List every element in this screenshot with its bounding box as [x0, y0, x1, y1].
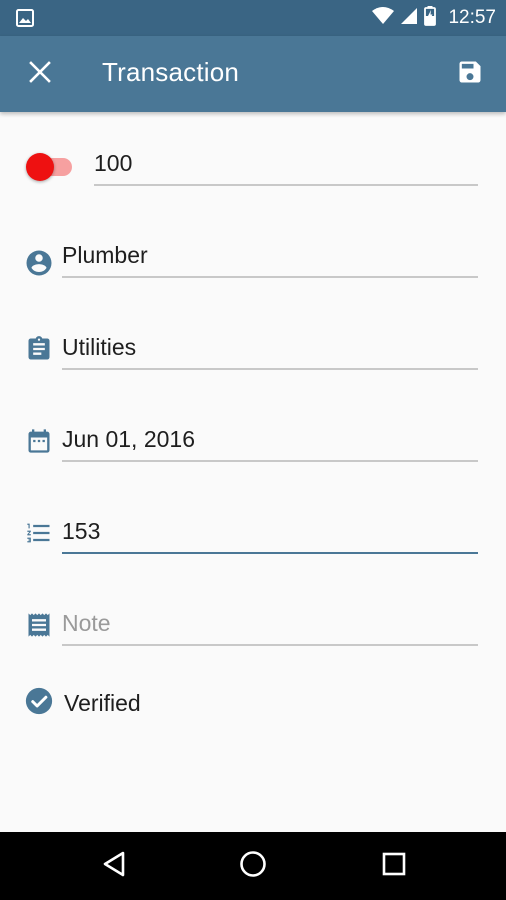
recents-button[interactable]: [374, 846, 414, 886]
battery-charging-icon: [424, 6, 437, 30]
transaction-type-toggle[interactable]: [26, 152, 74, 182]
number-value: 153: [62, 518, 101, 544]
amount-field[interactable]: 100: [94, 146, 478, 186]
navigation-bar: [0, 832, 506, 900]
payee-value: Plumber: [62, 242, 148, 268]
check-circle-icon: [24, 686, 54, 720]
signal-icon: [400, 7, 418, 29]
date-field[interactable]: Jun 01, 2016: [62, 422, 478, 462]
category-field[interactable]: Utilities: [62, 330, 478, 370]
wifi-icon: [372, 7, 395, 29]
save-button[interactable]: [452, 56, 488, 92]
close-icon: [29, 61, 51, 87]
home-icon: [239, 850, 267, 882]
page-title: Transaction: [102, 57, 240, 87]
number-field[interactable]: 153: [62, 514, 478, 554]
home-button[interactable]: [233, 846, 273, 886]
account-circle-icon: [24, 248, 54, 278]
back-icon: [102, 851, 126, 881]
app-bar: Transaction: [0, 36, 506, 112]
status-bar: 12:57: [0, 0, 506, 36]
close-button[interactable]: [22, 56, 58, 92]
clipboard-icon: [24, 334, 54, 364]
verified-label: Verified: [64, 689, 141, 716]
status-icons: 12:57: [372, 0, 496, 36]
category-value: Utilities: [62, 334, 137, 360]
calendar-icon: [24, 426, 54, 456]
note-field[interactable]: Note: [62, 606, 478, 646]
verified-checkbox[interactable]: Verified: [24, 686, 141, 720]
back-button[interactable]: [94, 846, 134, 886]
image-notification-icon: [16, 9, 34, 31]
note-placeholder: Note: [62, 610, 111, 636]
amount-value: 100: [94, 150, 133, 176]
receipt-icon: [24, 610, 54, 640]
recents-icon: [382, 852, 406, 880]
numbered-list-icon: [24, 518, 54, 548]
status-time: 12:57: [448, 7, 496, 28]
save-icon: [456, 58, 484, 90]
toggle-thumb: [26, 153, 54, 181]
date-value: Jun 01, 2016: [62, 426, 196, 452]
payee-field[interactable]: Plumber: [62, 238, 478, 278]
